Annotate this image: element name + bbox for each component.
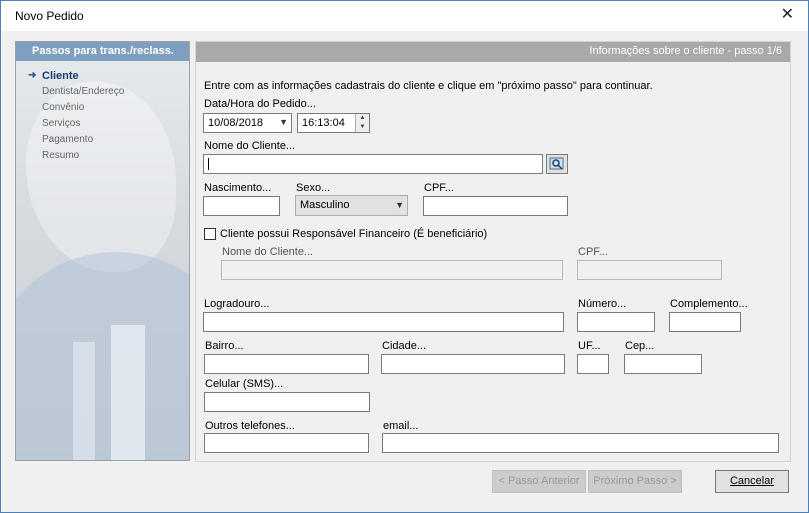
search-client-button[interactable] [546, 154, 568, 174]
date-value: 10/08/2018 [208, 117, 264, 129]
chevron-down-icon[interactable]: ▼ [395, 200, 404, 210]
sidebar-decoration [111, 325, 145, 460]
step-dentista-endereco: Dentista/Endereço [42, 86, 125, 97]
number-input[interactable] [577, 312, 655, 332]
client-name-input[interactable] [203, 154, 543, 174]
responsible-name-label: Nome do Cliente... [222, 246, 314, 258]
dialog-window: Novo Pedido ✕ Passos para trans./reclass… [0, 0, 809, 513]
city-label: Cidade... [382, 340, 427, 352]
panel-header: Informações sobre o cliente - passo 1/6 [196, 42, 790, 62]
sex-select[interactable]: Masculino ▼ [295, 195, 408, 216]
search-icon [549, 157, 564, 170]
city-input[interactable] [381, 354, 565, 374]
complement-input[interactable] [669, 312, 741, 332]
steps-sidebar: Passos para trans./reclass. ➜ Cliente De… [15, 41, 190, 461]
steps-list: ➜ Cliente Dentista/Endereço Convênio Ser… [28, 70, 124, 166]
time-value: 16:13:04 [302, 117, 345, 129]
next-step-button[interactable]: Próximo Passo > [588, 470, 682, 493]
sex-label: Sexo... [296, 182, 331, 194]
sex-value: Masculino [300, 199, 350, 211]
close-icon[interactable]: ✕ [781, 6, 794, 24]
cpf-input[interactable] [423, 196, 568, 216]
district-label: Bairro... [205, 340, 244, 352]
spinner-icon[interactable]: ▲ ▼ [355, 114, 369, 132]
step-resumo: Resumo [42, 150, 80, 161]
number-label: Número... [578, 298, 627, 310]
window-title: Novo Pedido [15, 9, 84, 23]
responsible-cpf-input[interactable] [577, 260, 722, 280]
mobile-label: Celular (SMS)... [205, 378, 284, 390]
step-convenio: Convênio [42, 102, 85, 113]
street-label: Logradouro... [204, 298, 270, 310]
zip-input[interactable] [624, 354, 702, 374]
intro-text: Entre com as informações cadastrais do c… [204, 80, 653, 92]
mobile-input[interactable] [204, 392, 370, 412]
date-picker[interactable]: 10/08/2018 ▼ [203, 113, 292, 133]
arrow-right-icon: ➜ [28, 70, 37, 81]
step-label: Cliente [42, 70, 79, 82]
email-input[interactable] [382, 433, 779, 453]
sidebar-decoration [73, 342, 95, 460]
responsible-name-input[interactable] [221, 260, 563, 280]
street-input[interactable] [203, 312, 564, 332]
step-pagamento: Pagamento [42, 134, 94, 145]
time-spinner[interactable]: 16:13:04 ▲ ▼ [297, 113, 370, 133]
main-panel: Informações sobre o cliente - passo 1/6 … [195, 41, 791, 462]
birth-label: Nascimento... [204, 182, 272, 194]
state-label: UF... [578, 340, 601, 352]
zip-label: Cep... [625, 340, 655, 352]
email-label: email... [383, 420, 419, 432]
state-input[interactable] [577, 354, 609, 374]
sidebar-decoration [16, 252, 189, 460]
complement-label: Complemento... [670, 298, 748, 310]
step-servicos: Serviços [42, 118, 81, 129]
sidebar-header: Passos para trans./reclass. [16, 42, 189, 61]
client-name-label: Nome do Cliente... [204, 140, 296, 152]
other-phones-label: Outros telefones... [205, 420, 295, 432]
birth-input[interactable] [203, 196, 280, 216]
previous-step-button[interactable]: < Passo Anterior [492, 470, 586, 493]
responsible-checkbox[interactable] [204, 228, 216, 240]
responsible-cpf-label: CPF... [578, 246, 608, 258]
cancel-button[interactable]: Cancelar [715, 470, 789, 493]
district-input[interactable] [204, 354, 369, 374]
cpf-label: CPF... [424, 182, 454, 194]
datetime-label: Data/Hora do Pedido... [204, 98, 316, 110]
chevron-down-icon[interactable]: ▼ [279, 117, 288, 127]
title-bar: Novo Pedido ✕ [1, 1, 808, 31]
step-cliente: ➜ Cliente [28, 70, 124, 86]
text-caret [208, 158, 209, 171]
other-phones-input[interactable] [204, 433, 369, 453]
responsible-checkbox-label[interactable]: Cliente possui Responsável Financeiro (É… [220, 228, 487, 240]
